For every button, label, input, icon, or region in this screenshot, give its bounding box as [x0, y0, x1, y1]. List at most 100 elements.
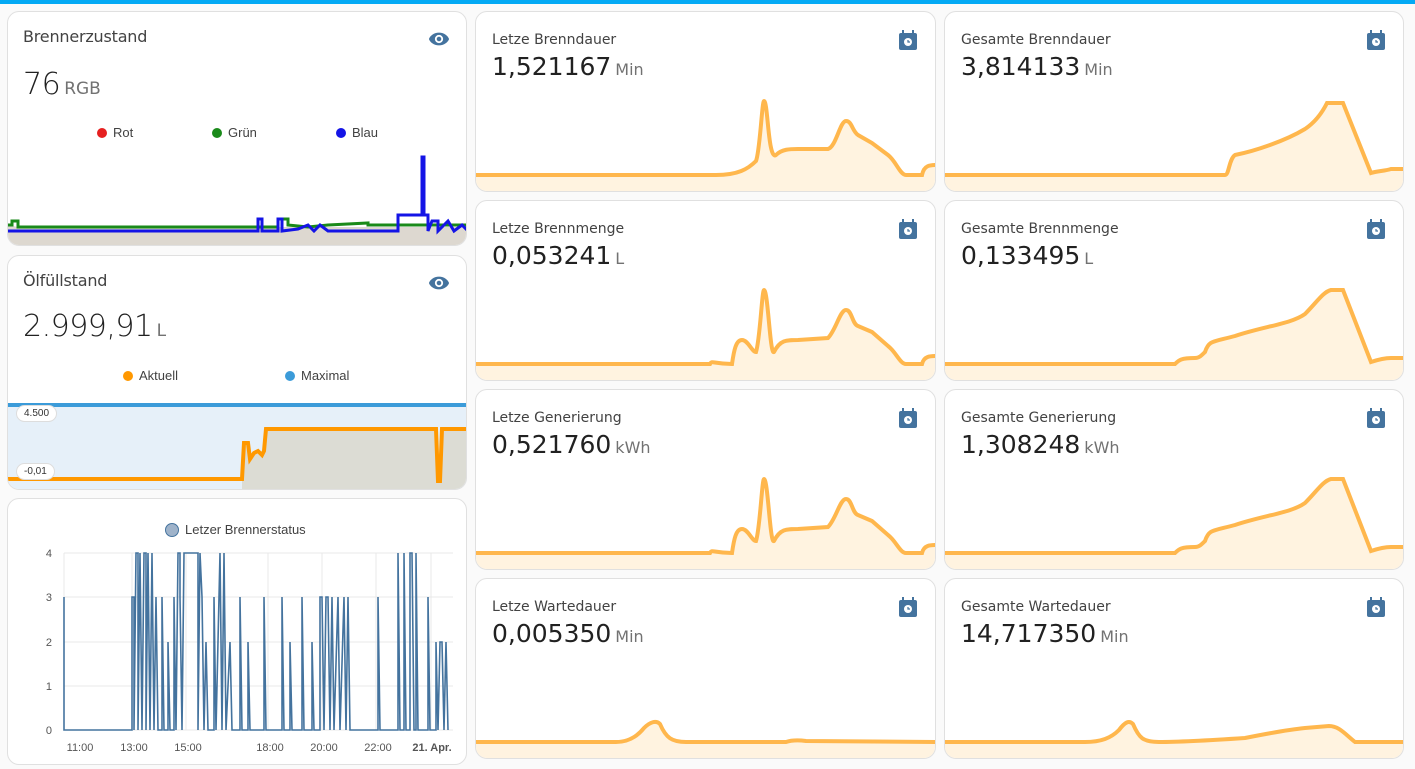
calendar-clock-icon[interactable]: [1367, 408, 1385, 428]
sensor-card-gesamte-wartedauer[interactable]: Gesamte Wartedauer 14,717350 Min: [944, 578, 1404, 759]
value-unit: L: [156, 321, 167, 341]
sensor-title: Gesamte Brenndauer: [961, 32, 1111, 48]
calendar-clock-icon[interactable]: [899, 219, 917, 239]
value-text: 0,133495: [961, 241, 1081, 270]
value-unit: L: [1084, 249, 1094, 268]
y-min-badge: -0,01: [16, 463, 55, 480]
brenner-chart: [8, 155, 466, 245]
sensor-value: 3,814133 Min: [961, 52, 1113, 81]
history-sparkline: [945, 720, 1403, 758]
brennerzustand-card[interactable]: Brennerzustand 76 RGB Rot Grün Blau: [7, 11, 467, 246]
sensor-title: Letze Brenndauer: [492, 32, 617, 48]
sensor-title: Gesamte Brennmenge: [961, 221, 1119, 237]
sensor-title: Gesamte Wartedauer: [961, 599, 1111, 615]
eye-icon[interactable]: [428, 275, 450, 291]
oel-chart: [8, 403, 466, 489]
y-tick: 1: [46, 681, 52, 693]
value-text: 14,717350: [961, 619, 1097, 648]
current-value: 2.999,91 L: [23, 309, 166, 344]
calendar-clock-icon[interactable]: [1367, 219, 1385, 239]
sensor-value: 1,521167 Min: [492, 52, 644, 81]
calendar-clock-icon[interactable]: [899, 30, 917, 50]
legend-dot: [336, 127, 346, 138]
value-text: 0,053241: [492, 241, 612, 270]
card-title: Ölfüllstand: [23, 271, 108, 290]
x-tick: 18:00: [256, 742, 284, 754]
legend-item-maximal[interactable]: Maximal: [285, 368, 349, 383]
x-tick: 15:00: [174, 742, 202, 754]
eye-icon[interactable]: [428, 31, 450, 47]
legend-dot: [97, 127, 107, 138]
card-title: Brennerzustand: [23, 27, 148, 46]
sensor-title: Letze Wartedauer: [492, 599, 617, 615]
x-tick: 11:00: [67, 742, 94, 754]
history-sparkline: [945, 101, 1403, 191]
value-unit: kWh: [615, 438, 651, 457]
app-header-bar: [0, 0, 1415, 4]
calendar-clock-icon[interactable]: [899, 408, 917, 428]
value-text: 1,308248: [961, 430, 1081, 459]
sensor-card-letze-brennmenge[interactable]: Letze Brennmenge 0,053241 L: [475, 200, 936, 381]
y-tick: 2: [46, 637, 52, 649]
value-text: 0,521760: [492, 430, 612, 459]
legend-item-aktuell[interactable]: Aktuell: [123, 368, 178, 383]
legend-label: Blau: [352, 125, 379, 140]
calendar-clock-icon[interactable]: [1367, 30, 1385, 50]
sensor-card-letze-brenndauer[interactable]: Letze Brenndauer 1,521167 Min: [475, 11, 936, 192]
value-text: 3,814133: [961, 52, 1081, 81]
legend-label: Maximal: [301, 368, 350, 383]
oelfuellstand-card[interactable]: Ölfüllstand 2.999,91 L Aktuell Maximal 4.…: [7, 255, 467, 490]
history-sparkline: [476, 98, 935, 191]
sensor-card-letze-generierung[interactable]: Letze Generierung 0,521760 kWh: [475, 389, 936, 570]
value-unit: Min: [615, 60, 644, 79]
legend-dot: [285, 370, 295, 381]
sensor-value: 0,133495 L: [961, 241, 1093, 270]
value-unit: L: [615, 249, 625, 268]
y-tick: 3: [46, 592, 52, 604]
sensor-card-letze-wartedauer[interactable]: Letze Wartedauer 0,005350 Min: [475, 578, 936, 759]
history-sparkline: [476, 287, 935, 380]
sensor-value: 14,717350 Min: [961, 619, 1129, 648]
sensor-title: Letze Brennmenge: [492, 221, 625, 237]
value-unit: kWh: [1084, 438, 1120, 457]
legend-label: Aktuell: [139, 368, 179, 383]
history-sparkline: [476, 719, 935, 758]
sensor-card-gesamte-generierung[interactable]: Gesamte Generierung 1,308248 kWh: [944, 389, 1404, 570]
legend-dot: [212, 127, 222, 138]
legend-dot: [123, 370, 133, 381]
calendar-clock-icon[interactable]: [899, 597, 917, 617]
value-text: 1,521167: [492, 52, 612, 81]
y-tick: 4: [46, 548, 52, 560]
value-unit: RGB: [64, 79, 101, 99]
value-text: 2.999,91: [23, 309, 153, 344]
x-tick: 21. Apr.: [412, 742, 451, 754]
value-unit: Min: [1084, 60, 1113, 79]
value-text: 0,005350: [492, 619, 612, 648]
legend-item-blau[interactable]: Blau: [336, 125, 378, 140]
history-sparkline: [945, 477, 1403, 569]
value-unit: Min: [1100, 627, 1129, 646]
legend-item-rot[interactable]: Rot: [97, 125, 133, 140]
x-tick: 13:00: [120, 742, 148, 754]
sensor-value: 0,053241 L: [492, 241, 624, 270]
calendar-clock-icon[interactable]: [1367, 597, 1385, 617]
brennerstatus-history-card[interactable]: Letzer Brennerstatus 4 3 2 1 0 11:00 13:…: [7, 498, 467, 765]
sensor-value: 1,308248 kWh: [961, 430, 1120, 459]
y-tick: 0: [46, 725, 52, 737]
status-chart: 4 3 2 1 0 11:00 13:00 15:00 18:00 20:00 …: [46, 548, 453, 754]
sensor-value: 0,521760 kWh: [492, 430, 651, 459]
current-value: 76 RGB: [23, 67, 101, 102]
value-text: 76: [23, 67, 61, 102]
legend-label: Grün: [228, 125, 257, 140]
value-unit: Min: [615, 627, 644, 646]
sensor-card-gesamte-brenndauer[interactable]: Gesamte Brenndauer 3,814133 Min: [944, 11, 1404, 192]
sensor-value: 0,005350 Min: [492, 619, 644, 648]
sensor-card-gesamte-brennmenge[interactable]: Gesamte Brennmenge 0,133495 L: [944, 200, 1404, 381]
sensor-title: Letze Generierung: [492, 410, 622, 426]
y-max-badge: 4.500: [16, 405, 58, 422]
history-sparkline: [476, 476, 935, 569]
legend-item-gruen[interactable]: Grün: [212, 125, 257, 140]
sensor-title: Gesamte Generierung: [961, 410, 1117, 426]
x-tick: 20:00: [310, 742, 338, 754]
history-sparkline: [945, 288, 1403, 380]
